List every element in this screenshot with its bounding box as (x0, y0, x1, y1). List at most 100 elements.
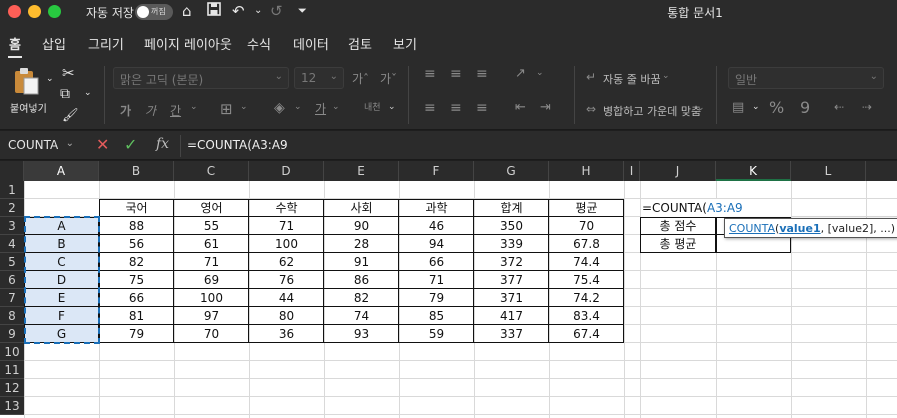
score-cell[interactable]: 85 (399, 307, 474, 325)
row-header-12[interactable]: 12 (0, 379, 24, 397)
chevron-down-icon[interactable]: ⌄ (332, 102, 340, 112)
chevron-down-icon[interactable]: ⌄ (662, 71, 670, 81)
row-header-2[interactable]: 2 (0, 199, 24, 217)
score-cell[interactable]: 377 (474, 271, 549, 289)
autosave-toggle[interactable]: 꺼짐 (135, 4, 173, 20)
chevron-down-icon[interactable]: ⌄ (240, 102, 248, 112)
name-box[interactable]: COUNTA ⌄ (0, 135, 78, 157)
enter-icon[interactable]: ✓ (124, 135, 137, 154)
minimize-window-button[interactable] (28, 5, 41, 18)
score-cell[interactable]: 82 (99, 253, 174, 271)
table-header-cell[interactable]: 평균 (549, 199, 624, 217)
score-cell[interactable]: 94 (399, 235, 474, 253)
tab-view[interactable]: 보기 (393, 34, 417, 53)
score-cell[interactable]: 93 (324, 325, 399, 343)
column-header-h[interactable]: H (549, 161, 624, 181)
row-header-11[interactable]: 11 (0, 361, 24, 379)
table-header-cell[interactable]: 합계 (474, 199, 549, 217)
chevron-down-icon[interactable]: ⌄ (536, 68, 544, 78)
column-header-d[interactable]: D (249, 161, 324, 181)
align-center-icon[interactable]: ≡ (450, 100, 462, 116)
align-middle-icon[interactable]: ≡ (450, 66, 462, 82)
column-header-l[interactable]: L (791, 161, 866, 181)
increase-indent-icon[interactable]: ⇥ (540, 100, 551, 115)
editing-cell-j2[interactable]: =COUNTA(A3:A9 (641, 199, 791, 217)
bold-button[interactable]: 가 (120, 102, 131, 119)
paste-button[interactable] (12, 66, 42, 99)
chevron-down-icon[interactable]: ⌄ (388, 102, 396, 112)
chevron-down-icon[interactable]: ⌄ (752, 102, 760, 112)
table-header-cell[interactable]: 과학 (399, 199, 474, 217)
tooltip-active-argument[interactable]: value1 (779, 222, 820, 235)
underline-button[interactable]: 간 (170, 102, 181, 119)
score-cell[interactable]: 97 (174, 307, 249, 325)
tab-formulas[interactable]: 수식 (247, 34, 271, 53)
borders-icon[interactable]: ⊞ (220, 100, 233, 118)
score-cell[interactable]: 46 (399, 217, 474, 235)
row-header-8[interactable]: 8 (0, 307, 24, 325)
row-header-7[interactable]: 7 (0, 289, 24, 307)
decrease-indent-icon[interactable]: ⇤ (515, 100, 526, 115)
align-left-icon[interactable]: ≡ (424, 100, 436, 116)
score-cell[interactable]: 71 (174, 253, 249, 271)
comma-style-button[interactable]: 9 (800, 98, 810, 117)
score-cell[interactable]: 81 (99, 307, 174, 325)
column-header-b[interactable]: B (99, 161, 174, 181)
score-cell[interactable]: 71 (399, 271, 474, 289)
tab-review[interactable]: 검토 (348, 34, 372, 53)
score-cell[interactable]: 91 (324, 253, 399, 271)
column-header-g[interactable]: G (474, 161, 549, 181)
row-header-13[interactable]: 13 (0, 397, 24, 415)
score-cell[interactable]: 28 (324, 235, 399, 253)
score-cell[interactable]: 90 (324, 217, 399, 235)
customize-toolbar-icon[interactable]: ⏷ (298, 2, 307, 20)
score-cell[interactable]: 66 (399, 253, 474, 271)
score-cell[interactable]: 55 (174, 217, 249, 235)
score-cell[interactable]: 372 (474, 253, 549, 271)
score-cell[interactable]: 417 (474, 307, 549, 325)
chevron-down-icon[interactable]: ⌄ (294, 102, 302, 112)
score-cell[interactable]: 66 (99, 289, 174, 307)
column-header-c[interactable]: C (174, 161, 249, 181)
save-icon[interactable] (207, 2, 221, 20)
score-cell[interactable]: 62 (249, 253, 324, 271)
score-cell[interactable]: 44 (249, 289, 324, 307)
orientation-icon[interactable]: ↗ (515, 66, 526, 81)
font-color-button[interactable]: 가 (315, 100, 326, 117)
score-cell[interactable]: 69 (174, 271, 249, 289)
increase-font-button[interactable]: 가ˆ (352, 70, 369, 87)
font-size-select[interactable]: 12 ⌄ (294, 67, 344, 89)
score-cell[interactable]: 100 (174, 289, 249, 307)
score-cell[interactable]: 83.4 (549, 307, 624, 325)
score-cell[interactable]: 75.4 (549, 271, 624, 289)
score-cell[interactable]: 79 (399, 289, 474, 307)
column-header-k[interactable]: K (716, 161, 791, 181)
decrease-decimal-icon[interactable]: ⇢ (862, 100, 872, 114)
tooltip-function-name[interactable]: COUNTA (729, 222, 775, 235)
score-cell[interactable]: 79 (99, 325, 174, 343)
paste-chevron-icon[interactable]: ⌄ (46, 74, 54, 84)
home-icon[interactable]: ⌂ (182, 2, 192, 20)
row-header-4[interactable]: 4 (0, 235, 24, 253)
row-header-9[interactable]: 9 (0, 325, 24, 343)
merge-icon[interactable]: ⇔ (586, 102, 596, 116)
align-top-icon[interactable]: ≡ (424, 66, 436, 82)
score-cell[interactable]: 75 (99, 271, 174, 289)
copy-chevron-icon[interactable]: ⌄ (84, 88, 92, 98)
formula-input[interactable]: =COUNTA(A3:A9 (180, 135, 880, 157)
score-cell[interactable]: 70 (549, 217, 624, 235)
score-cell[interactable]: 339 (474, 235, 549, 253)
cut-icon[interactable]: ✂ (62, 64, 75, 82)
score-cell[interactable]: 71 (249, 217, 324, 235)
row-header-10[interactable]: 10 (0, 343, 24, 361)
align-right-icon[interactable]: ≡ (476, 100, 488, 116)
worksheet-grid[interactable]: A B C D E F G H I J K L 1 2 3 4 5 6 7 8 9 10 11 12 13 국어 영어 수학 사회 과학 합… (0, 161, 897, 418)
align-bottom-icon[interactable]: ≡ (476, 66, 488, 82)
tab-home[interactable]: 홈 (9, 34, 21, 53)
score-cell[interactable]: 36 (249, 325, 324, 343)
cancel-icon[interactable]: ✕ (96, 135, 109, 154)
tab-draw[interactable]: 그리기 (88, 34, 124, 53)
column-header-e[interactable]: E (324, 161, 399, 181)
table-header-cell[interactable]: 영어 (174, 199, 249, 217)
score-cell[interactable]: 74 (324, 307, 399, 325)
